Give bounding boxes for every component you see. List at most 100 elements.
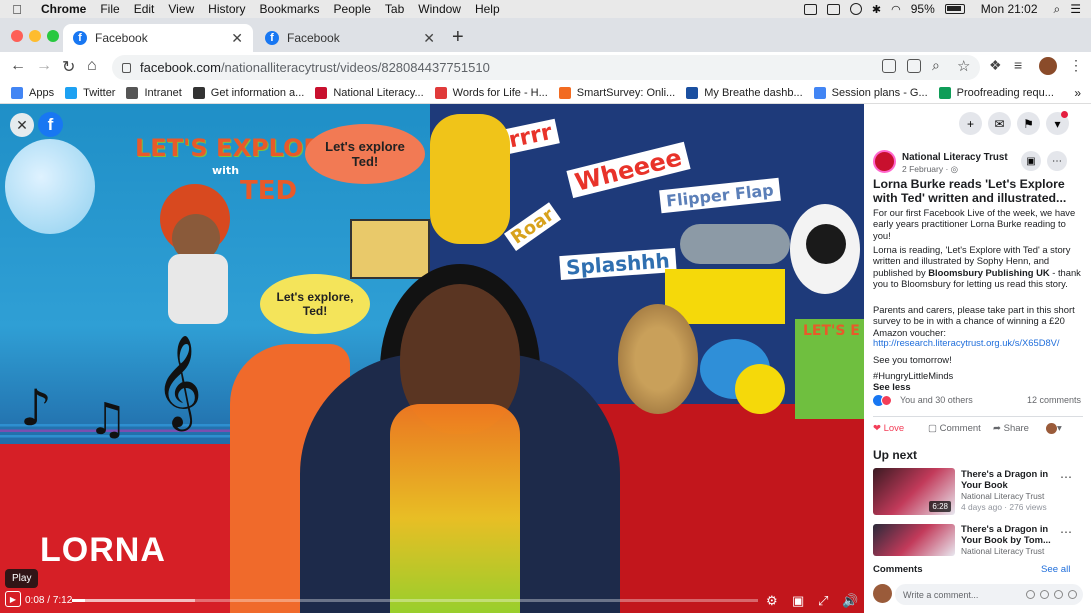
window-close-button[interactable]: [11, 30, 23, 42]
play-button[interactable]: ▶: [5, 591, 21, 607]
close-video-icon[interactable]: ✕: [10, 113, 34, 137]
fullscreen-icon[interactable]: ⤢: [818, 593, 828, 609]
zoom-icon[interactable]: ⌕: [932, 57, 940, 74]
up-next-thumbnail[interactable]: 6:28: [873, 468, 955, 515]
emoji-icon[interactable]: [1026, 590, 1035, 599]
bluetooth-icon[interactable]: ✱: [872, 3, 881, 16]
battery-icon[interactable]: [944, 4, 965, 14]
forward-arrow-icon[interactable]: →: [36, 57, 52, 75]
extensions-puzzle-icon[interactable]: ❖: [989, 57, 1002, 74]
bookmark-star-icon[interactable]: ☆: [957, 57, 970, 75]
tab-facebook[interactable]: f Facebook ✕: [255, 24, 445, 52]
shield-icon[interactable]: [826, 3, 840, 15]
menu-chrome[interactable]: Chrome: [34, 2, 93, 16]
spotlight-search-icon[interactable]: ⌕: [1054, 2, 1061, 17]
facebook-logo-icon[interactable]: f: [38, 112, 63, 137]
reactions-summary[interactable]: You and 30 others 12 comments: [873, 395, 1081, 407]
love-button[interactable]: ❤ Love: [873, 423, 904, 434]
bookmark-session-plans[interactable]: Session plans - G...: [813, 86, 928, 99]
share-button[interactable]: ➦ Share: [993, 423, 1029, 434]
wifi-icon[interactable]: ◠: [891, 3, 901, 16]
menu-view[interactable]: View: [161, 2, 201, 16]
window-zoom-button[interactable]: [47, 30, 59, 42]
window-minimize-button[interactable]: [29, 30, 41, 42]
more-options-icon[interactable]: ⋯: [1060, 525, 1072, 539]
gif-icon[interactable]: [1054, 590, 1063, 599]
tab-close-icon[interactable]: ✕: [423, 30, 435, 47]
camera-icon[interactable]: [803, 3, 817, 15]
bookmark-twitter[interactable]: Twitter: [65, 86, 115, 99]
menu-edit[interactable]: Edit: [127, 2, 162, 16]
menu-bookmarks[interactable]: Bookmarks: [253, 2, 327, 16]
avatar[interactable]: [873, 584, 892, 603]
post-paragraph-2: Lorna is reading, 'Let's Explore with Te…: [873, 244, 1081, 290]
video-player[interactable]: LET'S EXPLORE with TED Let's explore Ted…: [0, 104, 864, 613]
bookmark-apps[interactable]: Apps: [11, 86, 54, 99]
page-avatar[interactable]: [873, 150, 896, 173]
picture-in-picture-icon[interactable]: ▣: [792, 593, 804, 609]
create-plus-icon[interactable]: +: [959, 112, 982, 135]
bookmark-national-literacy[interactable]: National Literacy...: [315, 86, 424, 99]
browser-tab-strip: f Facebook ✕ f Facebook ✕ +: [0, 18, 1091, 52]
sticker-icon[interactable]: [1068, 590, 1077, 599]
menu-tab[interactable]: Tab: [378, 2, 411, 16]
bloomsbury-link[interactable]: Bloomsbury Publishing UK: [928, 267, 1049, 278]
settings-gear-icon[interactable]: ⚙: [766, 593, 778, 609]
bookmark-label: Session plans - G...: [831, 86, 928, 99]
menu-history[interactable]: History: [201, 2, 252, 16]
control-center-icon[interactable]: ☰: [1070, 2, 1081, 16]
up-next-thumbnail[interactable]: [873, 524, 955, 556]
see-all-comments-link[interactable]: See all: [1041, 564, 1070, 575]
clock[interactable]: Mon 21:02: [981, 2, 1038, 16]
twitter-bird-icon: [65, 86, 78, 99]
back-arrow-icon[interactable]: ←: [10, 57, 26, 75]
tab-close-icon[interactable]: ✕: [231, 30, 243, 47]
music-note-icon: ♫: [88, 394, 128, 445]
home-icon[interactable]: ⌂: [87, 57, 97, 75]
more-options-icon[interactable]: ⋯: [1060, 470, 1072, 484]
progress-bar[interactable]: [72, 599, 758, 602]
reload-icon[interactable]: ↻: [62, 57, 75, 77]
address-bar[interactable]: facebook.com/nationalliteracytrust/video…: [112, 55, 980, 80]
bookmark-intranet[interactable]: Intranet: [126, 86, 182, 99]
bookmark-smartsurvey[interactable]: SmartSurvey: Onli...: [558, 86, 675, 99]
love-reaction-icon: [881, 395, 892, 406]
comment-input[interactable]: Write a comment...: [895, 584, 1083, 605]
lock-icon[interactable]: [122, 62, 131, 73]
messenger-icon[interactable]: ✉: [988, 112, 1011, 135]
bookmark-my-breathe[interactable]: My Breathe dashb...: [686, 86, 803, 99]
menu-help[interactable]: Help: [468, 2, 507, 16]
apple-menu-icon[interactable]: : [0, 2, 34, 17]
bookmark-get-information[interactable]: Get information a...: [192, 86, 304, 99]
rainbow-scarf: [390, 404, 520, 613]
bookmark-proofreading[interactable]: Proofreading requ...: [938, 86, 1054, 99]
comments-count[interactable]: 12 comments: [1027, 395, 1081, 405]
qr-code-icon[interactable]: [907, 59, 921, 73]
hashtag-link[interactable]: #HungryLittleMinds: [873, 370, 1081, 381]
menu-window[interactable]: Window: [411, 2, 468, 16]
post-options-icon[interactable]: ⋯: [1047, 151, 1067, 171]
bookmarks-overflow-icon[interactable]: »: [1074, 86, 1081, 100]
tab-facebook-active[interactable]: f Facebook ✕: [63, 24, 253, 52]
reaction-audience-selector[interactable]: ▾: [1046, 423, 1062, 434]
page-name[interactable]: National Literacy Trust: [902, 152, 1008, 163]
see-less-link[interactable]: See less: [873, 381, 1081, 392]
menu-people[interactable]: People: [327, 2, 378, 16]
survey-link[interactable]: http://research.literacytrust.org.uk/s/X…: [873, 337, 1081, 348]
save-icon[interactable]: ▣: [1021, 151, 1041, 171]
new-tab-button[interactable]: +: [452, 26, 464, 49]
circle-status-icon[interactable]: [849, 3, 862, 15]
up-next-title[interactable]: There's a Dragon in Your Book: [961, 468, 1061, 490]
post-date[interactable]: 2 February · ◎: [902, 164, 958, 175]
volume-icon[interactable]: 🔊: [842, 593, 858, 609]
up-next-title[interactable]: There's a Dragon in Your Book by Tom...: [961, 523, 1061, 545]
bookmark-words-for-life[interactable]: Words for Life - H...: [434, 86, 548, 99]
cast-icon[interactable]: [882, 59, 896, 73]
camera-icon[interactable]: [1040, 590, 1049, 599]
notifications-bell-icon[interactable]: ⚑: [1017, 112, 1040, 135]
profile-avatar[interactable]: [1039, 57, 1057, 75]
comment-button[interactable]: ▢ Comment: [928, 423, 981, 434]
menu-file[interactable]: File: [93, 2, 126, 16]
media-control-icon[interactable]: ≡: [1014, 57, 1022, 73]
chrome-menu-icon[interactable]: ⋮: [1069, 57, 1083, 74]
